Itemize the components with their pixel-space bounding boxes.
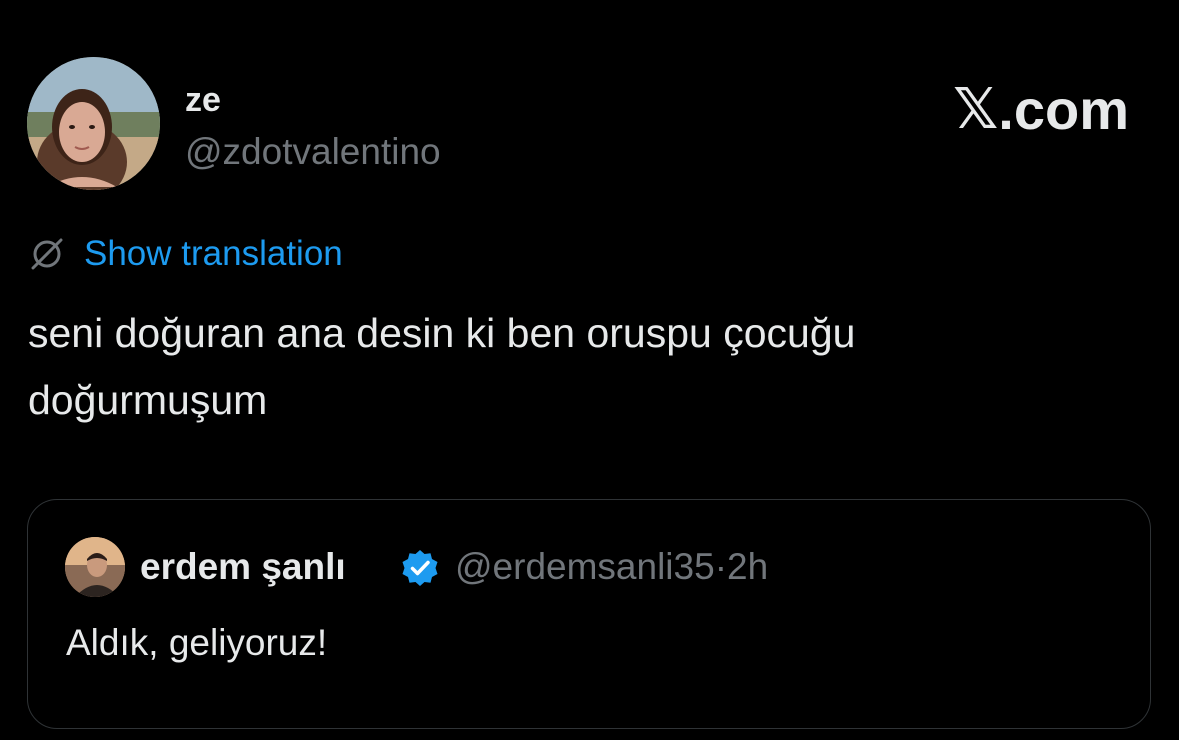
- author-display-name[interactable]: ze: [185, 80, 221, 120]
- x-com-logo: 𝕏 .com: [953, 80, 1129, 140]
- show-translation-row[interactable]: Show translation: [28, 232, 343, 276]
- verified-badge-icon: [402, 550, 438, 586]
- quoted-tweet-card[interactable]: erdem şanlı @erdemsanli35·2h Aldık, geli…: [27, 499, 1151, 729]
- brand-suffix: .com: [998, 78, 1129, 141]
- quoted-tweet-meta: @erdemsanli35·2h: [455, 545, 768, 589]
- meta-separator: ·: [714, 546, 728, 587]
- quoted-author-handle[interactable]: @erdemsanli35: [455, 546, 715, 587]
- globe-slash-icon: [31, 238, 63, 270]
- quoted-tweet-text: Aldık, geliyoruz!: [66, 622, 328, 663]
- tweet-text: seni doğuran ana desin ki ben oruspu çoc…: [28, 310, 856, 423]
- quoted-author-name[interactable]: erdem şanlı: [140, 545, 346, 589]
- author-handle[interactable]: @zdotvalentino: [185, 130, 441, 174]
- quoted-tweet-time[interactable]: 2h: [727, 546, 768, 587]
- author-avatar[interactable]: [27, 57, 160, 190]
- x-logo-icon: 𝕏: [953, 77, 999, 142]
- quoted-author-avatar[interactable]: [65, 537, 125, 597]
- show-translation-link[interactable]: Show translation: [84, 232, 343, 276]
